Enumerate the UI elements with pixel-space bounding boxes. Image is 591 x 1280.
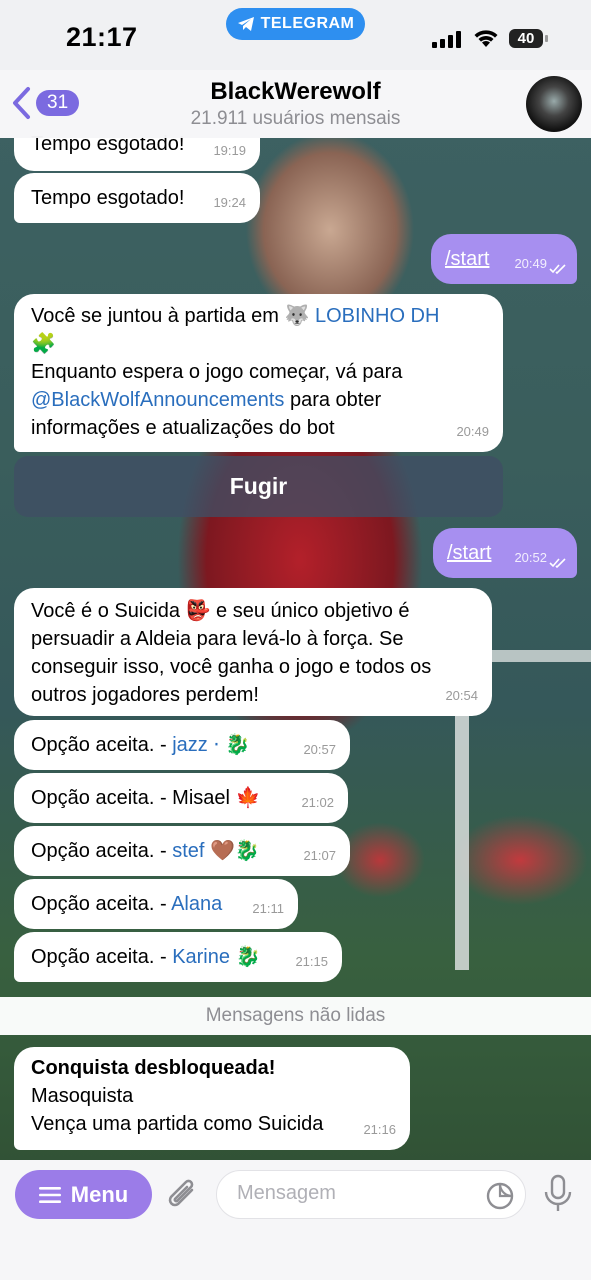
- message-time: 21:11: [252, 901, 284, 916]
- signal-icon: [432, 31, 461, 48]
- mask-emoji: 👺: [185, 600, 211, 622]
- message-bubble-outgoing[interactable]: /start 20:49: [431, 234, 577, 284]
- unread-messages-divider: Mensagens não lidas: [0, 997, 591, 1035]
- message-time: 20:52: [514, 550, 547, 565]
- message-bubble[interactable]: Opção aceita. - stef 🤎🐉 21:07: [14, 826, 350, 876]
- message-time: 20:49: [456, 424, 489, 439]
- message-bubble[interactable]: Opção aceita. - Karine 🐉 21:15: [14, 932, 342, 982]
- header-overlay: 31 BlackWerewolf 21.911 usuários mensais: [0, 70, 591, 138]
- achievement-description: Vença uma partida como Suicida: [31, 1113, 324, 1135]
- telegram-pill[interactable]: TELEGRAM: [226, 8, 365, 40]
- dragon-emoji: 🐉: [225, 734, 251, 756]
- microphone-icon[interactable]: [543, 1174, 573, 1214]
- battery-indicator: 40: [509, 29, 543, 48]
- message-time: 20:57: [303, 742, 336, 757]
- message-bubble[interactable]: Opção aceita. - jazz ⋅ 🐉 20:57: [14, 720, 350, 770]
- telegram-pill-label: TELEGRAM: [260, 15, 355, 32]
- clock: 21:17: [66, 22, 138, 52]
- flee-button[interactable]: Fugir: [14, 456, 503, 517]
- double-check-icon: [549, 558, 566, 568]
- message-time: 21:15: [295, 954, 328, 969]
- message-time: 21:07: [303, 848, 336, 863]
- message-bubble[interactable]: Tempo esgotado! 19:24: [14, 173, 260, 223]
- message-text: Tempo esgotado!: [31, 187, 185, 209]
- user-mention[interactable]: Alana: [171, 893, 222, 915]
- user-mention[interactable]: jazz: [172, 734, 208, 756]
- message-bubble[interactable]: Você é o Suicida 👺 e seu único objetivo …: [14, 588, 492, 716]
- user-mention[interactable]: Karine: [172, 946, 230, 968]
- message-bubble[interactable]: Conquista desbloqueada! Masoquista Vença…: [14, 1047, 410, 1150]
- puzzle-emoji: 🧩: [31, 333, 56, 355]
- achievement-name: Masoquista: [31, 1085, 134, 1107]
- battery-cap: [545, 35, 548, 42]
- group-link[interactable]: LOBINHO DH: [315, 305, 439, 327]
- message-bubble-outgoing[interactable]: /start 20:52: [433, 528, 577, 578]
- chat-subtitle: 21.911 usuários mensais: [190, 108, 401, 129]
- maple-leaf-emoji: 🍁: [235, 787, 261, 809]
- hamburger-icon: [38, 1186, 61, 1203]
- command-link[interactable]: /start: [447, 542, 491, 564]
- wolf-emoji: 🐺: [284, 305, 310, 327]
- message-bubble[interactable]: Opção aceita. - Alana 21:11: [14, 879, 298, 929]
- input-bar: Menu: [0, 1160, 591, 1280]
- status-bar: 21:17 TELEGRAM 40: [0, 0, 591, 70]
- bot-menu-button[interactable]: Menu: [15, 1170, 152, 1219]
- attach-icon[interactable]: [165, 1176, 201, 1214]
- message-line: Você se juntou à partida em 🐺 LOBINHO DH: [31, 305, 440, 327]
- command-link[interactable]: /start: [445, 248, 489, 270]
- message-time: 20:54: [445, 688, 478, 703]
- user-mention[interactable]: stef: [172, 840, 204, 862]
- bot-avatar[interactable]: [526, 76, 582, 132]
- sticker-icon[interactable]: [485, 1181, 515, 1211]
- double-check-icon: [549, 264, 566, 274]
- dragon-emoji: 🐉: [235, 946, 261, 968]
- wifi-icon: [474, 30, 498, 47]
- menu-label: Menu: [70, 1181, 129, 1207]
- message-time: 21:16: [363, 1122, 396, 1137]
- message-time: 19:19: [213, 143, 246, 158]
- message-field[interactable]: [216, 1170, 526, 1219]
- message-bubble[interactable]: Você se juntou à partida em 🐺 LOBINHO DH…: [14, 294, 503, 452]
- message-input[interactable]: [235, 1181, 469, 1206]
- achievement-title: Conquista desbloqueada!: [31, 1057, 276, 1079]
- telegram-icon: [237, 17, 254, 31]
- message-time: 20:49: [514, 256, 547, 271]
- message-time: 19:24: [213, 195, 246, 210]
- channel-mention[interactable]: @BlackWolfAnnouncements: [31, 389, 284, 411]
- message-time: 21:02: [301, 795, 334, 810]
- message-bubble[interactable]: Opção aceita. - Misael 🍁 21:02: [14, 773, 348, 823]
- heart-dragon-emoji: 🤎🐉: [210, 840, 260, 862]
- chat-title[interactable]: BlackWerewolf: [0, 78, 591, 106]
